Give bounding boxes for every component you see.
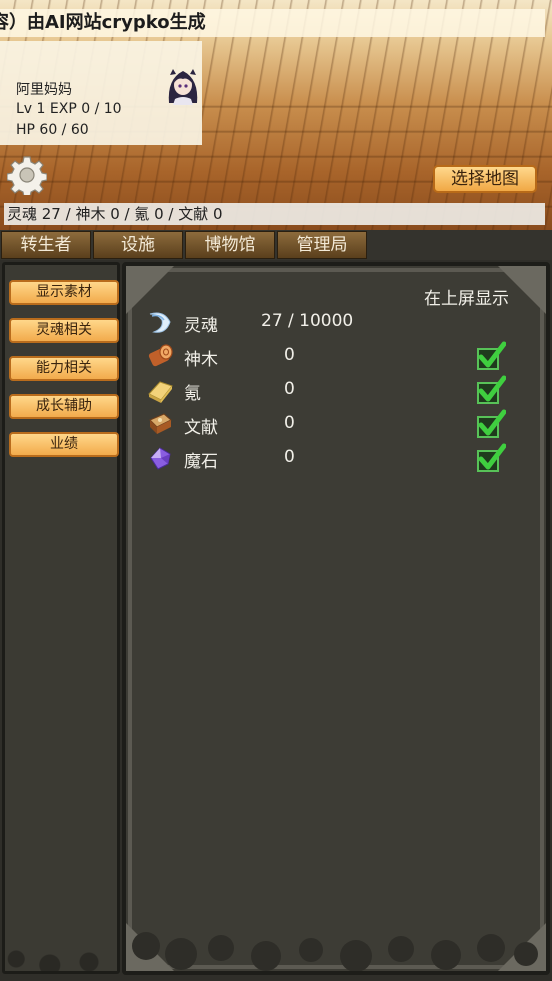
material-row-wood: 神木 0 [126, 341, 546, 371]
sidebar-item-growth[interactable]: 成长辅助 [9, 394, 119, 419]
material-value: 0 [284, 345, 295, 365]
tab-bureau[interactable]: 管理局 [277, 231, 367, 259]
soul-icon [149, 312, 171, 333]
checkbox-checked-icon[interactable] [476, 443, 506, 473]
wood-log-icon [148, 344, 173, 367]
material-row-soul: 灵魂 27 / 10000 [126, 307, 546, 337]
material-name: 文献 [184, 418, 218, 438]
tab-facilities[interactable]: 设施 [93, 231, 183, 259]
checkbox-checked-icon[interactable] [476, 375, 506, 405]
checkbox-checked-icon[interactable] [476, 341, 506, 371]
material-row-krypton: 氪 0 [126, 375, 546, 405]
material-name: 灵魂 [184, 316, 218, 336]
resource-summary-bar: 灵魂 27 / 神木 0 / 氪 0 / 文献 0 [4, 203, 545, 225]
sidebar-item-achievements[interactable]: 业绩 [9, 432, 119, 457]
material-name: 神木 [184, 350, 218, 370]
material-value: 0 [284, 379, 295, 399]
character-hp: HP 60 / 60 [16, 122, 89, 138]
settings-gear-icon[interactable] [7, 155, 47, 195]
material-value: 0 [284, 413, 295, 433]
materials-panel: 在上屏显示 灵魂 27 / 10000 神木 0 氪 0 文献 0 魔石 0 [122, 262, 550, 975]
book-icon [149, 413, 172, 434]
character-card[interactable]: 阿里妈妈 Lv 1 EXP 0 / 10 HP 60 / 60 [0, 41, 202, 145]
character-avatar [168, 69, 198, 105]
show-on-top-screen-header: 在上屏显示 [424, 289, 509, 309]
material-row-literature: 文献 0 [126, 409, 546, 439]
character-level: Lv 1 EXP 0 / 10 [16, 101, 122, 117]
material-value: 0 [284, 447, 295, 467]
main-tab-bar: 转生者 设施 博物馆 管理局 [0, 230, 552, 260]
sidebar-item-ability[interactable]: 能力相关 [9, 356, 119, 381]
material-value: 27 / 10000 [261, 311, 354, 331]
museum-sidebar: 显示素材 灵魂相关 能力相关 成长辅助 业绩 [2, 262, 120, 974]
tab-reincarnator[interactable]: 转生者 [1, 231, 91, 259]
checkbox-checked-icon[interactable] [476, 409, 506, 439]
credit-banner: 容）由AI网站crypko生成 [0, 9, 545, 37]
sidebar-item-show-materials[interactable]: 显示素材 [9, 280, 119, 305]
tab-museum[interactable]: 博物馆 [185, 231, 275, 259]
sidebar-item-soul[interactable]: 灵魂相关 [9, 318, 119, 343]
select-map-button[interactable]: 选择地图 [433, 165, 537, 193]
credit-banner-text: 容）由AI网站crypko生成 [0, 12, 206, 33]
material-name: 氪 [184, 384, 201, 404]
character-name: 阿里妈妈 [16, 82, 72, 98]
magic-crystal-icon [150, 447, 171, 470]
material-name: 魔石 [184, 452, 218, 472]
gold-bar-icon [148, 381, 173, 403]
material-row-magic-stone: 魔石 0 [126, 443, 546, 473]
panel-corner-frame [126, 266, 546, 971]
